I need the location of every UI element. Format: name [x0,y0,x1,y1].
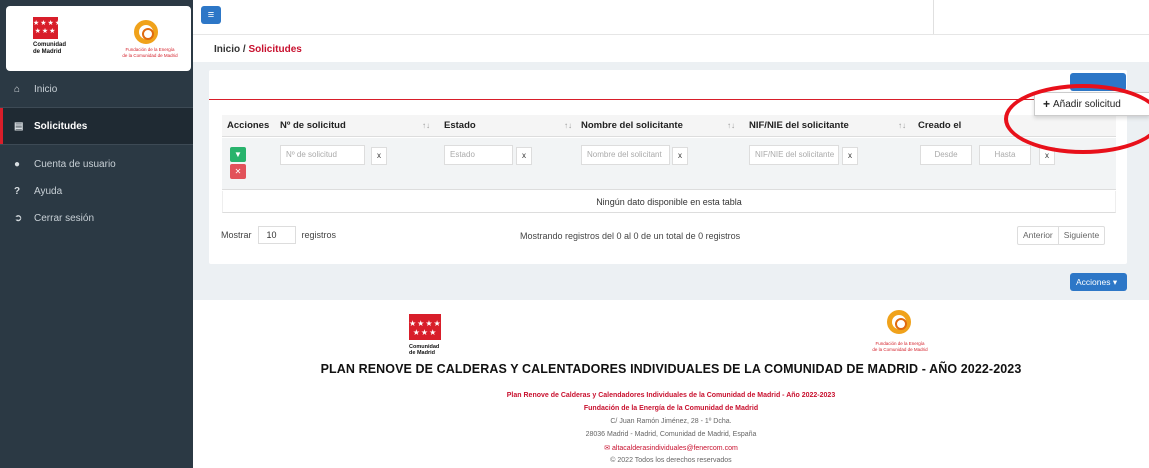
column-header-acciones: Acciones [227,115,275,137]
breadcrumb-current: Solicitudes [248,44,302,55]
footer-copyright: © 2022 Todos los derechos reservados [610,457,732,464]
num-solicitud-filter-input[interactable]: Nº de solicitud [280,145,365,165]
topbar-right-panel [933,0,1149,34]
sidebar-item-label: Cuenta de usuario [34,158,116,170]
sidebar-item-label: Cerrar sesión [34,212,95,224]
close-icon: ✕ [234,167,242,176]
sidebar-item-label: Inicio [34,83,58,95]
footer-comunidad-madrid-logo: ★★★★ ★★★ [409,314,441,340]
footer-fundacion-text: Fundación de la Energía de la Comunidad … [862,341,938,352]
highlight-annotation [1004,84,1149,154]
filter-row: ▼ ✕ Nº de solicitud x Estado x Nombre de… [222,138,1116,190]
sort-icon: ↑↓ [422,121,430,130]
sidebar-item-solicitudes[interactable]: ▤ Solicitudes [0,108,193,144]
user-icon: ● [14,158,21,170]
logo-stars: ★★★★ ★★★ [409,319,442,337]
footer-address2: 28036 Madrid - Madrid, Comunidad de Madr… [585,431,757,438]
envelope-icon: ✉ [604,445,611,452]
home-icon: ⌂ [14,83,21,95]
footer-fundacion-logo [887,310,911,334]
next-page-button[interactable]: Siguiente [1057,227,1104,244]
column-label: Estado [444,120,476,131]
footer-email-link[interactable]: altacalderasindividuales@fenercom.com [612,445,738,452]
cm-line1: Comunidad [33,42,66,48]
nif-filter-input[interactable]: NIF/NIE del solicitante [749,145,839,165]
column-label: NIF/NIE del solicitante [749,120,849,131]
column-label: Creado el [918,120,962,131]
list-icon: ▤ [14,120,24,132]
acciones-label: Acciones [1076,277,1111,287]
filter-clear-button[interactable]: ✕ [230,164,246,179]
comunidad-madrid-text: Comunidad de Madrid [33,42,66,56]
sidebar-item-cerrar-sesion[interactable]: ➲ Cerrar sesión [0,200,193,236]
hamburger-icon: ≡ [207,9,215,21]
breadcrumb-separator: / [242,44,246,55]
footer-title: PLAN RENOVE DE CALDERAS Y CALENTADORES I… [320,362,1022,376]
footer-org: Fundación de la Energía de la Comunidad … [583,405,759,412]
sidebar-item-inicio[interactable]: ⌂ Inicio [0,71,193,107]
breadcrumb-home-link[interactable]: Inicio [214,44,240,55]
menu-toggle-button[interactable]: ≡ [201,6,221,24]
estado-clear-button[interactable]: x [516,147,532,165]
nombre-clear-button[interactable]: x [672,147,688,165]
cm-line2: de Madrid [409,350,435,356]
page-size-control: Mostrar 10 registros [221,226,336,244]
acciones-bottom-button[interactable]: Acciones ▾ [1070,273,1127,291]
fe-line2: de la Comunidad de Madrid [122,53,178,58]
question-icon: ? [14,185,21,197]
nav-divider [0,144,193,145]
column-header-estado[interactable]: Estado ↑↓ [444,115,578,137]
sidebar-item-label: Solicitudes [34,120,88,132]
sort-icon: ↑↓ [727,121,735,130]
sort-icon: ↑↓ [564,121,572,130]
filter-icon: ▼ [234,150,242,159]
logos-header: ★★★★ ★★★ Comunidad de Madrid Fundación d… [6,6,191,71]
num-solicitud-clear-button[interactable]: x [371,147,387,165]
footer-email: ✉ altacalderasindividuales@fenercom.com [193,444,1149,452]
estado-filter-input[interactable]: Estado [444,145,513,165]
creado-hasta-input[interactable]: Hasta [979,145,1031,165]
column-header-nombre[interactable]: Nombre del solicitante ↑↓ [581,115,741,137]
sort-icon: ↑↓ [898,121,906,130]
column-label: Nº de solicitud [280,120,346,131]
empty-table-message: Ningún dato disponible en esta tabla [222,191,1116,213]
caret-down-icon: ▾ [1112,277,1118,287]
comunidad-madrid-logo: ★★★★ ★★★ [33,17,61,39]
column-header-nif[interactable]: NIF/NIE del solicitante ↑↓ [749,115,912,137]
footer-cm-text: Comunidad de Madrid [409,344,439,356]
column-header-num-solicitud[interactable]: Nº de solicitud ↑↓ [280,115,436,137]
nombre-filter-input[interactable]: Nombre del solicitant [581,145,670,165]
nif-clear-button[interactable]: x [842,147,858,165]
column-label: Nombre del solicitante [581,120,683,131]
footer-program: Plan Renove de Calderas y Calendadores I… [506,392,836,399]
column-label: Acciones [227,120,270,131]
pagination: Anterior Siguiente [1017,226,1106,245]
breadcrumb: Inicio / Solicitudes [214,44,302,55]
sign-out-icon: ➲ [14,212,23,224]
records-label: registros [301,230,337,240]
previous-page-button[interactable]: Anterior [1018,227,1058,244]
pagination-info: Mostrando registros del 0 al 0 de un tot… [520,231,741,241]
table-header: Acciones Nº de solicitud ↑↓ Estado ↑↓ Nomb… [222,115,1116,137]
panel-red-divider [209,99,1127,100]
fundacion-energia-text: Fundación de la Energía de la Comunidad … [114,47,186,59]
top-divider [193,34,1149,35]
show-label: Mostrar [221,230,252,240]
page-size-select[interactable]: 10 [257,226,296,244]
footer-address1: C/ Juan Ramón Jiménez, 28 - 1º Dcha. [610,418,732,425]
filter-apply-button[interactable]: ▼ [230,147,246,162]
sidebar: ★★★★ ★★★ Comunidad de Madrid Fundación d… [0,0,193,468]
fe-line2: de la Comunidad de Madrid [872,346,928,352]
cm-line2: de Madrid [33,49,62,55]
fundacion-energia-logo [134,20,158,44]
logo-stars: ★★★★ ★★★ [33,20,63,35]
creado-desde-input[interactable]: Desde [920,145,972,165]
sidebar-item-label: Ayuda [34,185,63,197]
